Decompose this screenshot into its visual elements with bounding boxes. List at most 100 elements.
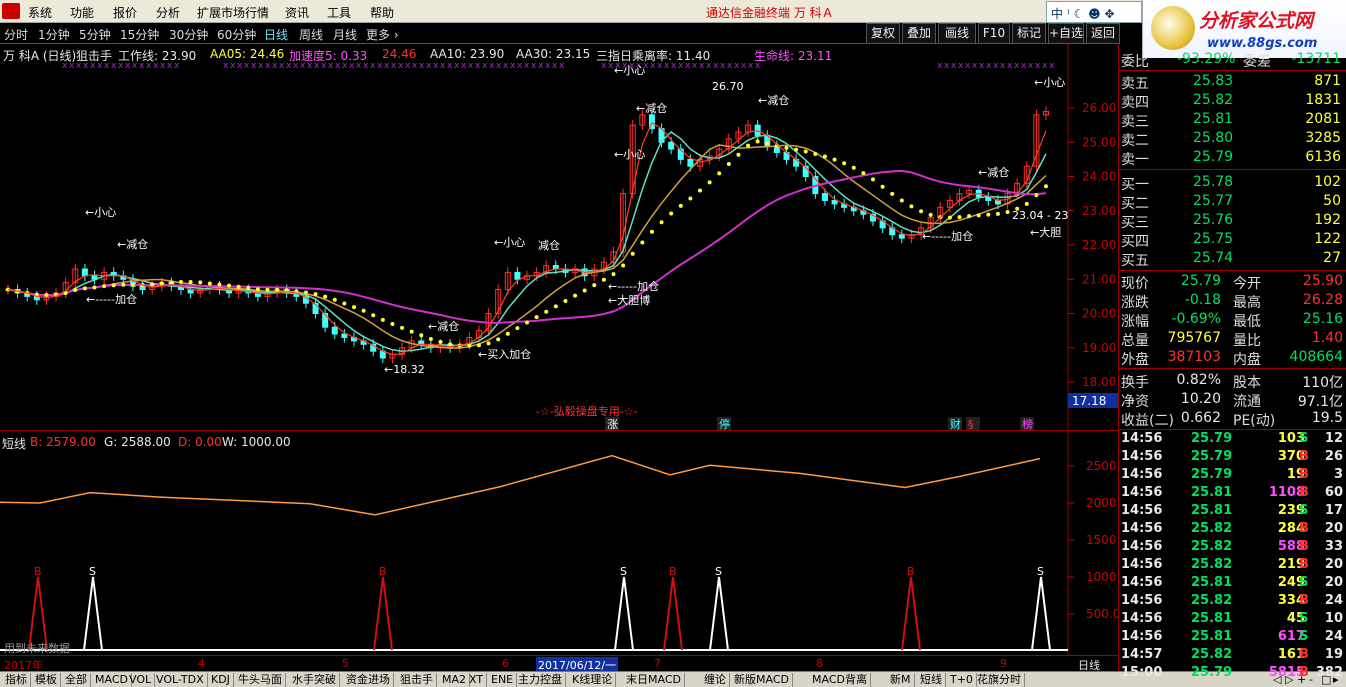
indicator-tab[interactable]: 资金进场	[343, 673, 394, 687]
period-tab[interactable]: 60分钟	[217, 26, 256, 43]
toolbar-button[interactable]: 画线	[938, 23, 976, 44]
menu-item-function[interactable]: 功能	[70, 4, 94, 21]
ask-price: 25.81	[1193, 111, 1234, 127]
period-tab[interactable]: 月线	[333, 26, 357, 43]
period-tab[interactable]: 周线	[299, 26, 323, 43]
price-chart[interactable]: 26.00 25.00 24.00 23.00 22.00 21.00 20.00 19.00…	[0, 44, 1118, 430]
tick-price: 25.79	[1191, 431, 1233, 446]
indicator-tab[interactable]: ENE	[488, 673, 518, 687]
tick-time: 14:56	[1121, 449, 1163, 464]
bid-row[interactable]: 买三 25.76 192	[1119, 211, 1346, 231]
indicator-tab[interactable]: T+0	[947, 673, 977, 687]
work-line-dot	[313, 292, 318, 297]
signal-marker: x	[97, 61, 103, 71]
ask-row[interactable]: 卖三 25.81 2081	[1119, 110, 1346, 130]
tick-count: 24	[1324, 593, 1343, 608]
ime-toolbar[interactable]: 中 ⁾ ☾ ☻ ✥	[1046, 1, 1142, 23]
period-tab[interactable]: 30分钟	[169, 26, 208, 43]
menu-item-system[interactable]: 系统	[28, 4, 52, 21]
menu-item-tools[interactable]: 工具	[327, 4, 351, 21]
indicator-tab[interactable]: 主力控盘	[515, 673, 566, 687]
indicator-tab[interactable]: 花旗分时	[974, 673, 1025, 687]
indicator-tab[interactable]: KDJ	[208, 673, 234, 687]
work-line-dot	[649, 229, 654, 234]
event-mark[interactable]: 财	[950, 417, 961, 430]
signal-marker: x	[1000, 61, 1006, 71]
work-line-dot	[717, 171, 722, 176]
price-tick-label: 18.00	[1082, 375, 1116, 389]
work-line-dot	[794, 147, 799, 152]
event-mark[interactable]: 涨	[607, 418, 618, 430]
menu-item-news[interactable]: 资讯	[285, 4, 309, 21]
price-tick-label: 25.00	[1082, 135, 1116, 149]
menu-item-analysis[interactable]: 分析	[156, 4, 180, 21]
stat-value: -0.69%	[1171, 311, 1221, 327]
period-tab[interactable]: 分时	[4, 26, 28, 43]
ask-price: 25.82	[1193, 92, 1234, 108]
signal-spike	[663, 576, 683, 651]
signal-marker: x	[76, 61, 82, 71]
indicator-tab[interactable]: 全部	[62, 673, 91, 687]
bid-row[interactable]: 买一 25.78 102	[1119, 173, 1346, 193]
chart-annotation: 减仓	[538, 238, 560, 252]
stat-label: 内盘	[1233, 352, 1261, 368]
ask-row[interactable]: 卖二 25.80 3285	[1119, 129, 1346, 149]
toolbar-button[interactable]: F10	[978, 23, 1010, 44]
period-tab[interactable]: 更多 ›	[366, 26, 399, 43]
signal-marker: x	[153, 61, 159, 71]
work-line-dot	[467, 343, 472, 348]
indicator-tab[interactable]: 狙击手	[397, 673, 437, 687]
ask-row[interactable]: 卖四 25.82 1831	[1119, 91, 1346, 111]
work-line-dot	[207, 281, 212, 286]
work-line-dot	[899, 198, 904, 203]
indicator-tab[interactable]: VOL-TDX	[153, 673, 208, 687]
stat-label: 流通	[1233, 394, 1261, 410]
indicator-tab[interactable]: 牛头马面	[235, 673, 286, 687]
work-line-dot	[92, 285, 97, 290]
bid-row[interactable]: 买五 25.74 27	[1119, 249, 1346, 269]
period-tab[interactable]: 日线	[264, 26, 288, 43]
menu-item-extended-market[interactable]: 扩展市场行情	[197, 4, 269, 21]
indicator-tab[interactable]: VOL	[126, 673, 156, 687]
signal-marker: x	[475, 61, 481, 71]
indicator-tab[interactable]: K线理论	[569, 673, 617, 687]
signal-marker: x	[979, 61, 985, 71]
indicator-tab[interactable]: MACD背离	[809, 673, 871, 687]
period-tab[interactable]: 1分钟	[38, 26, 70, 43]
work-line-dot	[515, 326, 520, 331]
work-line-dot	[947, 215, 952, 220]
menu-item-quote[interactable]: 报价	[113, 4, 137, 21]
toolbar-button[interactable]: +自选	[1048, 23, 1084, 44]
menu-item-help[interactable]: 帮助	[370, 4, 394, 21]
indicator-tab[interactable]: 模板	[32, 673, 61, 687]
indicator-chart[interactable]: 2500 2000 1500 1000 500.0 B S B S B S B S	[0, 431, 1118, 655]
toolbar-button[interactable]: 叠加	[902, 23, 936, 44]
tick-row: 14:56 25.81 239 S 17	[1119, 503, 1346, 521]
ask-row[interactable]: 卖五 25.83 871	[1119, 72, 1346, 92]
tick-side: S	[1299, 431, 1309, 446]
period-tab[interactable]: 5分钟	[79, 26, 111, 43]
bid-row[interactable]: 买四 25.75 122	[1119, 230, 1346, 250]
signal-marker: x	[951, 61, 957, 71]
event-mark[interactable]: 榜	[1022, 417, 1033, 430]
signal-marker: x	[734, 61, 740, 71]
toolbar-button[interactable]: 标记	[1012, 23, 1046, 44]
toolbar-button[interactable]: 返回	[1086, 23, 1120, 44]
indicator-tab[interactable]: 末日MACD	[623, 673, 685, 687]
indicator-tab[interactable]: 缠论	[701, 673, 730, 687]
toolbar-button[interactable]: 复权	[866, 23, 900, 44]
event-mark[interactable]: 停	[719, 417, 730, 430]
bid-row[interactable]: 买二 25.77 50	[1119, 192, 1346, 212]
indicator-tab[interactable]: 指标	[2, 673, 31, 687]
indicator-tab[interactable]: 新M	[887, 673, 915, 687]
tick-row: 14:56 25.81 1108 B 60	[1119, 485, 1346, 503]
indicator-tab[interactable]: 短线	[917, 673, 946, 687]
event-mark[interactable]: §	[968, 418, 974, 430]
period-tab[interactable]: 15分钟	[120, 26, 159, 43]
indicator-tab[interactable]: 新版MACD	[731, 673, 793, 687]
ask-volume: 871	[1314, 73, 1341, 89]
indicator-tab[interactable]: XT	[466, 673, 488, 687]
work-line-dot	[909, 204, 914, 209]
ask-row[interactable]: 卖一 25.79 6136	[1119, 148, 1346, 168]
indicator-tab[interactable]: 水手突破	[289, 673, 340, 687]
